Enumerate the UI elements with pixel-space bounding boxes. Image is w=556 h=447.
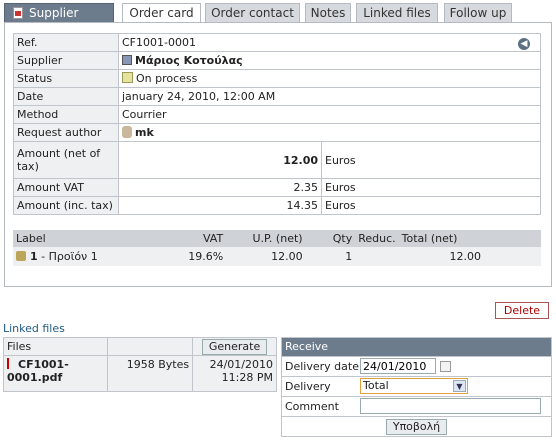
- pdf-icon: [7, 358, 16, 369]
- author-link[interactable]: mk: [135, 126, 154, 139]
- amount-net-value: 12.00: [118, 141, 322, 179]
- status-value: On process: [136, 72, 198, 85]
- status-label: Status: [13, 69, 119, 88]
- delivery-label: Delivery: [285, 380, 331, 393]
- tab-order-contact[interactable]: Order contact: [205, 3, 300, 22]
- line-label: - Προϊόν 1: [37, 250, 98, 263]
- line-total: 12.00: [398, 247, 541, 266]
- line-label-cell: 1 - Προϊόν 1: [13, 247, 162, 266]
- receive-panel: Receive Delivery date Delivery Total ▼ C…: [281, 337, 552, 437]
- table-row: CF1001-0001.pdf 1958 Bytes 24/01/2010 11…: [3, 355, 277, 392]
- tab-order-card[interactable]: Order card: [122, 3, 201, 23]
- tab-notes[interactable]: Notes: [305, 3, 351, 22]
- supplier-label: Supplier: [13, 51, 119, 70]
- receive-title: Receive: [282, 338, 551, 356]
- delivery-date-row: Delivery date: [282, 356, 551, 376]
- files-header-blank: [106, 337, 194, 356]
- line-ref[interactable]: 1: [30, 250, 38, 263]
- linked-files-title: Linked files: [3, 322, 65, 335]
- comment-label: Comment: [285, 400, 339, 413]
- file-date: 24/01/2010 11:28 PM: [192, 355, 277, 392]
- delete-button[interactable]: Delete: [495, 302, 549, 319]
- ref-value: CF1001-0001: [122, 36, 196, 49]
- tab-linked-files[interactable]: Linked files: [356, 3, 438, 22]
- product-icon: [16, 251, 26, 261]
- back-arrow-icon[interactable]: ◀: [518, 38, 530, 50]
- files-header-row: Files Generate: [3, 337, 277, 356]
- amount-net-label: Amount (net of tax): [13, 141, 119, 179]
- delivery-row: Delivery Total ▼: [282, 376, 551, 396]
- amount-vat-value: 2.35: [118, 178, 322, 197]
- order-card-table: Ref. CF1001-0001 ◀ Supplier Μάριος Κοτού…: [13, 33, 541, 215]
- col-label: Label: [13, 230, 162, 247]
- supplier-value-cell: Μάριος Κοτούλας: [118, 51, 541, 70]
- order-lines-table: Label VAT U.P. (net) Qty Reduc. Total (n…: [13, 230, 541, 266]
- document-icon: [13, 7, 23, 19]
- table-row: 1 - Προϊόν 1 19.6% 12.00 1 12.00: [13, 247, 541, 266]
- linked-files-table: Files Generate CF1001-0001.pdf 1958 Byte…: [3, 337, 277, 392]
- line-vat: 19.6%: [161, 247, 227, 266]
- tab-supplier-order[interactable]: Supplier order: [4, 3, 114, 38]
- supplier-link[interactable]: Μάριος Κοτούλας: [135, 54, 243, 67]
- amount-inc-unit: Euros: [321, 196, 541, 215]
- delivery-select[interactable]: Total ▼: [360, 378, 468, 394]
- delivery-date-input[interactable]: [360, 358, 436, 374]
- submit-row: Υποβολή: [282, 416, 551, 436]
- col-vat: VAT: [161, 230, 227, 247]
- line-up: 12.00: [226, 247, 306, 266]
- submit-button[interactable]: Υποβολή: [385, 419, 448, 435]
- amount-vat-unit: Euros: [321, 178, 541, 197]
- tab-bar: Supplier order Order card Order contact …: [0, 3, 556, 38]
- date-label: Date: [13, 87, 119, 106]
- delivery-select-value: Total: [363, 379, 389, 392]
- generate-button[interactable]: Generate: [201, 338, 268, 355]
- lines-header-row: Label VAT U.P. (net) Qty Reduc. Total (n…: [13, 230, 541, 247]
- amount-net-number: 12.00: [283, 153, 318, 167]
- amount-vat-label: Amount VAT: [13, 178, 119, 197]
- col-up: U.P. (net): [226, 230, 306, 247]
- chevron-down-icon: ▼: [453, 380, 466, 392]
- col-reduc: Reduc.: [355, 230, 399, 247]
- author-value-cell: mk: [118, 123, 541, 142]
- method-value: Courrier: [118, 105, 541, 124]
- line-qty: 1: [305, 247, 356, 266]
- date-value: january 24, 2010, 12:00 AM: [118, 87, 541, 106]
- amount-inc-value: 14.35: [118, 196, 322, 215]
- file-size: 1958 Bytes: [106, 355, 194, 392]
- col-total: Total (net): [398, 230, 541, 247]
- calendar-icon[interactable]: [440, 361, 451, 372]
- tab-follow-up[interactable]: Follow up: [444, 3, 512, 22]
- file-link[interactable]: CF1001-0001.pdf: [7, 358, 69, 384]
- company-icon: [122, 55, 132, 65]
- user-icon: [122, 126, 132, 138]
- line-reduc: [355, 247, 399, 266]
- status-icon: [122, 72, 133, 83]
- generate-cell: Generate: [192, 337, 277, 356]
- amount-inc-label: Amount (inc. tax): [13, 196, 119, 215]
- comment-row: Comment: [282, 396, 551, 416]
- author-label: Request author: [13, 123, 119, 142]
- files-header: Files: [3, 337, 108, 356]
- ref-label: Ref.: [13, 33, 119, 52]
- col-qty: Qty: [305, 230, 356, 247]
- method-label: Method: [13, 105, 119, 124]
- file-name-cell: CF1001-0001.pdf: [3, 355, 108, 392]
- delivery-date-label: Delivery date: [285, 360, 359, 373]
- amount-net-unit: Euros: [321, 141, 541, 179]
- comment-input[interactable]: [360, 398, 541, 414]
- status-value-cell: On process: [118, 69, 541, 88]
- ref-value-cell: CF1001-0001 ◀: [118, 33, 541, 52]
